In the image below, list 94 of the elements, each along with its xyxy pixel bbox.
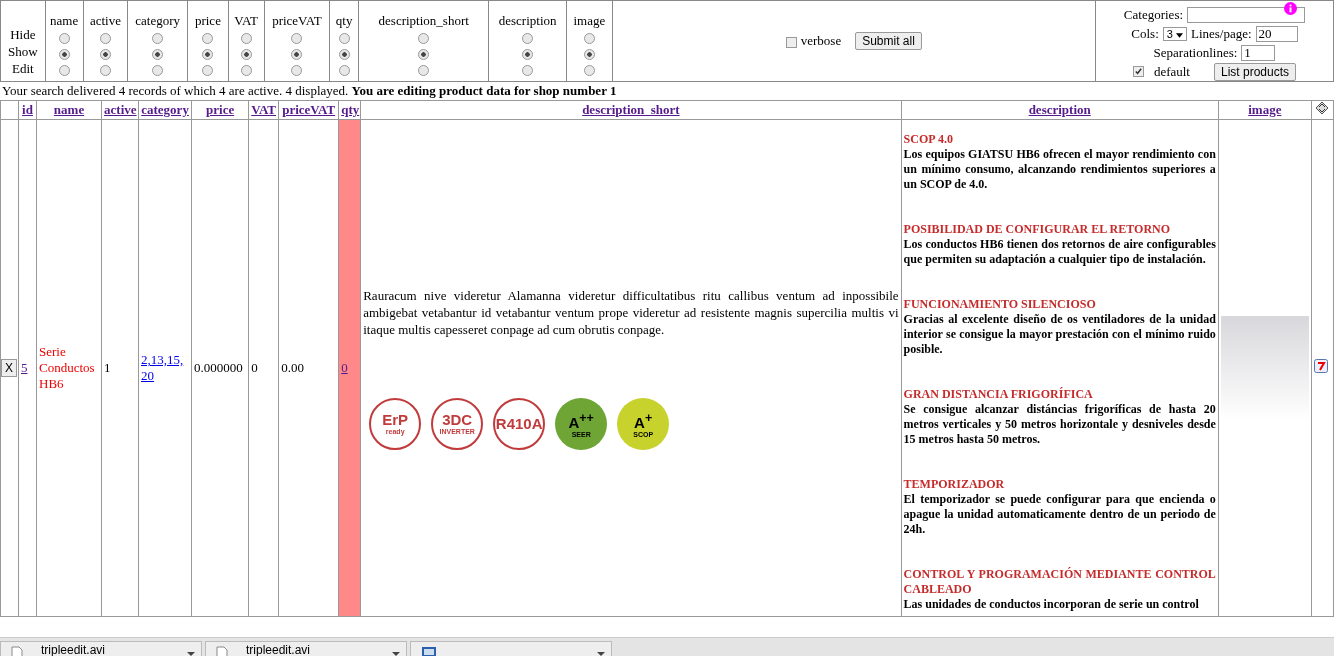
section-title: TEMPORIZADOR	[903, 477, 1006, 492]
section-text: Las unidades de conductos incorporan de serie un control	[903, 597, 1200, 612]
radio-button[interactable]	[58, 65, 70, 76]
caret-icon[interactable]	[392, 652, 400, 656]
section-title: SCOP 4.0	[903, 132, 954, 147]
mode-label: Hide	[9, 25, 37, 43]
radio-button[interactable]	[338, 49, 350, 60]
category-ids-link[interactable]: 2,13,15,20	[141, 352, 187, 384]
radio-button[interactable]	[152, 49, 164, 60]
section-text: Los conductos HB6 tienen dos retornos de aire configurables que permiten su adaptación a cualquier tipo de instalación.	[903, 237, 1216, 267]
column-header-link[interactable]: description_short	[582, 102, 680, 117]
radio-button[interactable]	[418, 33, 430, 44]
cols-dropdown[interactable]: 3	[1162, 26, 1187, 41]
radio-button[interactable]	[418, 49, 430, 60]
radio-button[interactable]	[152, 33, 164, 44]
column-label: description	[497, 13, 558, 29]
categories-field[interactable]	[1187, 6, 1306, 23]
radio-button[interactable]	[583, 65, 595, 76]
radio-button[interactable]	[291, 49, 303, 60]
column-label: description_short	[377, 13, 470, 29]
radio-button[interactable]	[291, 33, 303, 44]
checkbox[interactable]	[785, 36, 797, 48]
caret-icon	[1175, 32, 1183, 38]
short-description: Rauracum nive videretur Alamanna videretur difficultatibus ritu callibus ventum ad inpossibile ambigebat vetabantur id vetabantur ventum prope videretur ad resistente magnis supercilia multis vi itaque multis capesseret conpage ad cum obrutis conpage.	[363, 286, 899, 338]
checkbox-label: default	[1153, 63, 1190, 80]
caret-icon[interactable]	[597, 652, 605, 656]
radio-button[interactable]	[202, 49, 214, 60]
radio-button[interactable]	[202, 65, 214, 76]
radio-button[interactable]	[291, 65, 303, 76]
column-label: name	[49, 13, 80, 29]
caret-icon[interactable]	[187, 652, 195, 656]
table-cell: 0.00	[281, 360, 304, 375]
radio-button[interactable]	[522, 65, 534, 76]
mode-label: Show	[7, 42, 39, 60]
section-text: Los equipos GIATSU HB6 ofrecen el mayor rendimiento con un mínimo consumo, alcanzando rendimientos superiores a un SCOP de 4.0.	[903, 147, 1216, 192]
section-text: Gracias al excelente diseño de os ventiladores de la unidad interior se consigue la mayor prestación con el mínimo ruido posible.	[903, 312, 1216, 357]
table-cell: 0	[251, 360, 258, 375]
search-summary: Your search delivered 4 records of which 4 are active. 4 displayed. You are editing product data for shop number 1	[1, 82, 618, 100]
radio-button[interactable]	[202, 33, 214, 44]
column-label: active	[88, 13, 122, 29]
mode-label: Edit	[11, 59, 35, 77]
edit-icon[interactable]	[1313, 359, 1328, 373]
checkbox-label: verbose	[800, 33, 842, 48]
section-title: POSIBILIDAD DE CONFIGURAR EL RETORNO	[903, 222, 1172, 237]
field-label: Lines/page:	[1190, 25, 1252, 42]
radio-button[interactable]	[99, 49, 111, 60]
radio-button[interactable]	[58, 33, 70, 44]
section-text: El temporizador se puede configurar para que encienda o apague la unidad automaticamente dentro de un periodo de 24h.	[903, 492, 1216, 537]
section-title: GRAN DISTANCIA FRIGORÍFICA	[903, 387, 1094, 402]
radio-button[interactable]	[240, 65, 252, 76]
field-label: Cols:	[1131, 25, 1159, 42]
submit-button[interactable]: Submit all	[855, 32, 922, 50]
list-products-button[interactable]: List products	[1213, 62, 1296, 81]
radio-button[interactable]	[338, 33, 350, 44]
certification-badge: R410A	[493, 397, 546, 450]
product-name: Serie Conductos HB6	[39, 344, 95, 391]
file-icon	[11, 646, 23, 656]
id-link[interactable]: 5	[21, 360, 28, 375]
column-header-link[interactable]: description	[1028, 102, 1091, 117]
video-file-icon	[421, 646, 437, 656]
radio-button[interactable]	[583, 33, 595, 44]
column-label: image	[572, 13, 607, 29]
table-cell: 0.000000	[194, 360, 243, 375]
section-text: Se consigue alcanzar distáncias frigoríficas de hasta 20 metros verticales y 50 metros horizontale y desniveles desde 15 metros hasta 50 metros.	[903, 402, 1216, 447]
radio-button[interactable]	[418, 65, 430, 76]
separation-field[interactable]: 1	[1241, 44, 1276, 61]
column-label: VAT	[233, 13, 259, 29]
radio-button[interactable]	[240, 49, 252, 60]
info-icon[interactable]	[1284, 2, 1297, 15]
delete-button[interactable]: X	[1, 359, 17, 377]
section-title: FUNCIONAMIENTO SILENCIOSO	[903, 297, 1097, 312]
column-label: priceVAT	[271, 13, 323, 29]
checkbox[interactable]	[1132, 66, 1144, 77]
radio-button[interactable]	[338, 65, 350, 76]
column-label: price	[193, 13, 222, 29]
radio-button[interactable]	[58, 49, 70, 60]
radio-button[interactable]	[583, 49, 595, 60]
radio-button[interactable]	[522, 33, 534, 44]
field-label: Separationlines:	[1153, 44, 1238, 61]
table-cell: 1	[104, 360, 111, 375]
radio-button[interactable]	[152, 65, 164, 76]
file-icon	[216, 646, 228, 656]
column-label: qty	[334, 13, 354, 29]
radio-button[interactable]	[99, 33, 111, 44]
quantity-link[interactable]: 0	[341, 360, 348, 375]
lines-field[interactable]: 20	[1255, 25, 1298, 42]
download-item[interactable]: tripleedit.avi	[0, 641, 202, 656]
section-title: CONTROL Y PROGRAMACIÓN MEDIANTE CONTROL CABLEADO	[903, 567, 1216, 597]
radio-button[interactable]	[522, 49, 534, 60]
column-label: category	[134, 13, 182, 29]
field-label: Categories:	[1123, 6, 1184, 23]
radio-button[interactable]	[99, 65, 111, 76]
download-item[interactable]: tripleedit.avi	[205, 641, 407, 656]
radio-button[interactable]	[240, 33, 252, 44]
